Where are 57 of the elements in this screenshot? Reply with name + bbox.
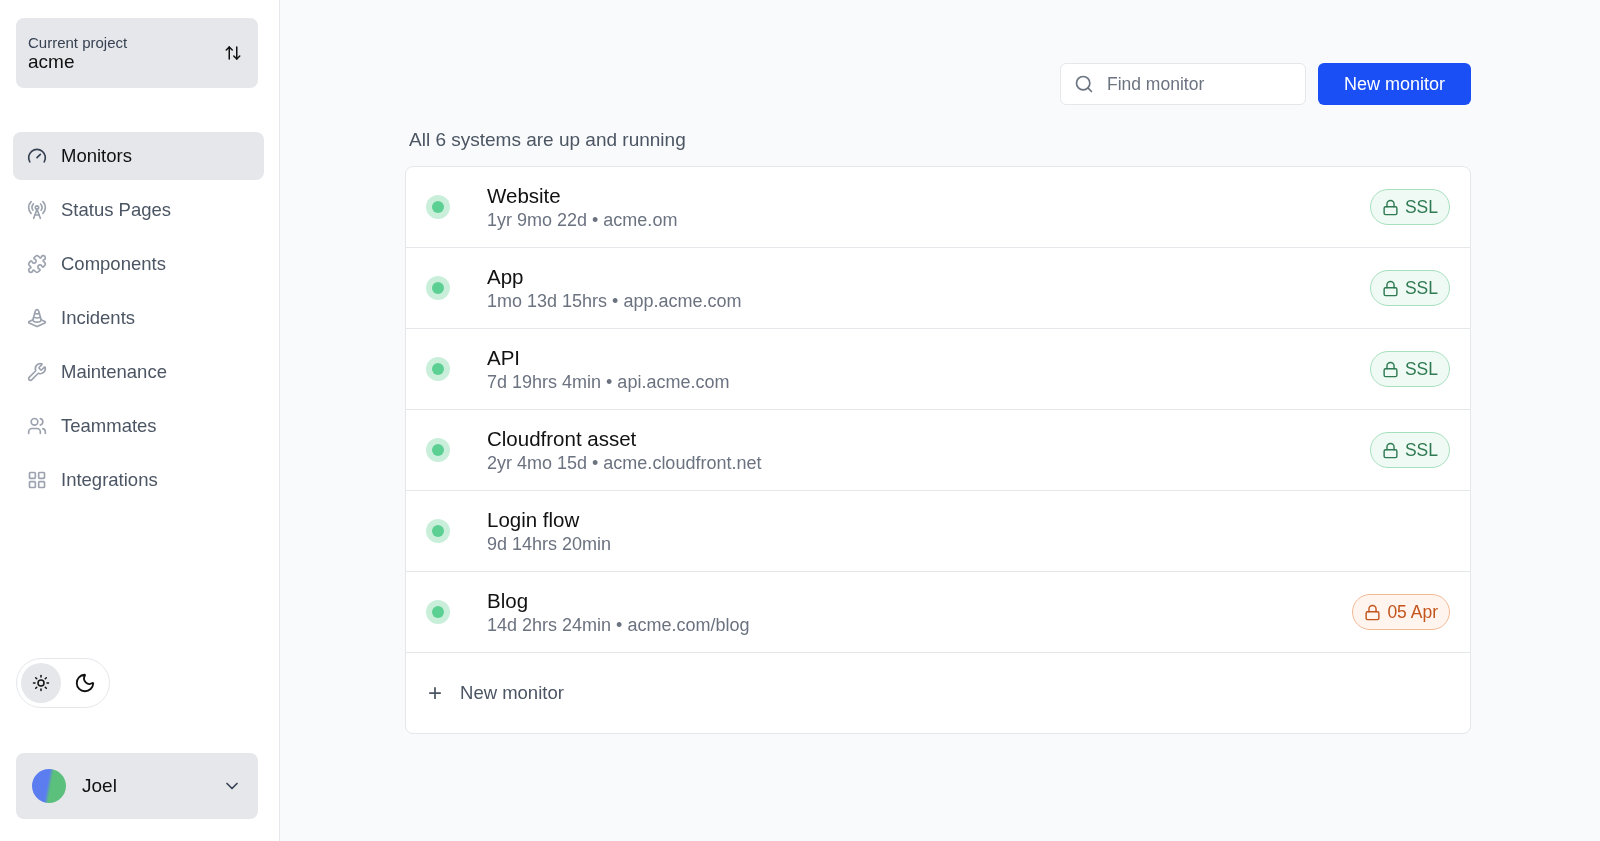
status-dot [432,282,444,294]
puzzle-icon [27,254,47,274]
avatar [32,769,66,803]
wrench-icon [27,362,47,382]
monitor-detail: 2yr 4mo 15d • acme.cloudfront.net [487,452,763,474]
monitor-detail: 1mo 13d 15hrs • app.acme.com [487,290,743,312]
radio-tower-icon [27,200,47,220]
monitor-row[interactable]: Blog 14d 2hrs 24min • acme.com/blog 05 Apr [406,572,1470,653]
monitor-name: App [487,264,525,289]
certificate-badge: SSL [1369,351,1450,387]
monitor-row[interactable]: API 7d 19hrs 4min • api.acme.com SSL [406,329,1470,410]
certificate-badge: SSL [1369,270,1450,306]
status-dot [432,606,444,618]
nav-item[interactable]: Maintenance [13,348,264,396]
nav-item[interactable]: Status Pages [13,186,264,234]
monitor-row[interactable]: Login flow 9d 14hrs 20min [406,491,1470,572]
monitor-row[interactable]: Website 1yr 9mo 22d • acme.om SSL [406,167,1470,248]
gauge-icon [27,146,47,166]
grid-icon [27,470,47,490]
status-dot [432,525,444,537]
monitor-row[interactable]: Cloudfront asset 2yr 4mo 15d • acme.cloudfront.net SSL [406,410,1470,491]
nav-item[interactable]: Teammates [13,402,264,450]
monitor-name: Cloudfront asset [487,426,638,451]
sun-icon [32,674,50,692]
monitor-name: API [487,345,522,370]
add-monitor-link[interactable]: + New monitor [406,653,1470,733]
monitor-detail: 1yr 9mo 22d • acme.om [487,209,679,231]
status-summary: All 6 systems are up and running [409,129,687,151]
project-switcher[interactable]: Current project acme [16,18,258,88]
certificate-badge: 05 Apr [1352,594,1450,630]
people-icon [27,416,47,436]
monitor-detail: 14d 2hrs 24min • acme.com/blog [487,614,751,636]
project-name: acme [28,50,76,73]
monitor-name: Website [487,183,562,208]
nav-item[interactable]: Integrations [13,456,264,504]
traffic-cone-icon [27,308,47,328]
swap-icon [224,44,242,62]
sun-button[interactable] [21,663,61,703]
monitor-name: Blog [487,588,530,613]
status-dot [432,444,444,456]
monitor-detail: 7d 19hrs 4min • api.acme.com [487,371,731,393]
search-icon [1073,74,1094,94]
certificate-badge: SSL [1369,189,1450,225]
monitor-name: Login flow [487,507,581,532]
new-monitor-button[interactable]: New monitor [1317,63,1471,105]
nav-item[interactable]: Incidents [13,294,264,342]
monitor-detail: 9d 14hrs 20min [487,533,613,555]
project-label: Current project [28,33,128,51]
certificate-badge: SSL [1369,432,1450,468]
monitor-row[interactable]: App 1mo 13d 15hrs • app.acme.com SSL [406,248,1470,329]
user-menu[interactable]: Joel [16,753,258,819]
search-field[interactable]: Find monitor [1059,63,1306,105]
status-dot [432,201,444,213]
moon-icon [74,672,96,694]
status-dot [432,363,444,375]
nav-item[interactable]: Monitors [13,132,264,180]
nav-item[interactable]: Components [13,240,264,288]
